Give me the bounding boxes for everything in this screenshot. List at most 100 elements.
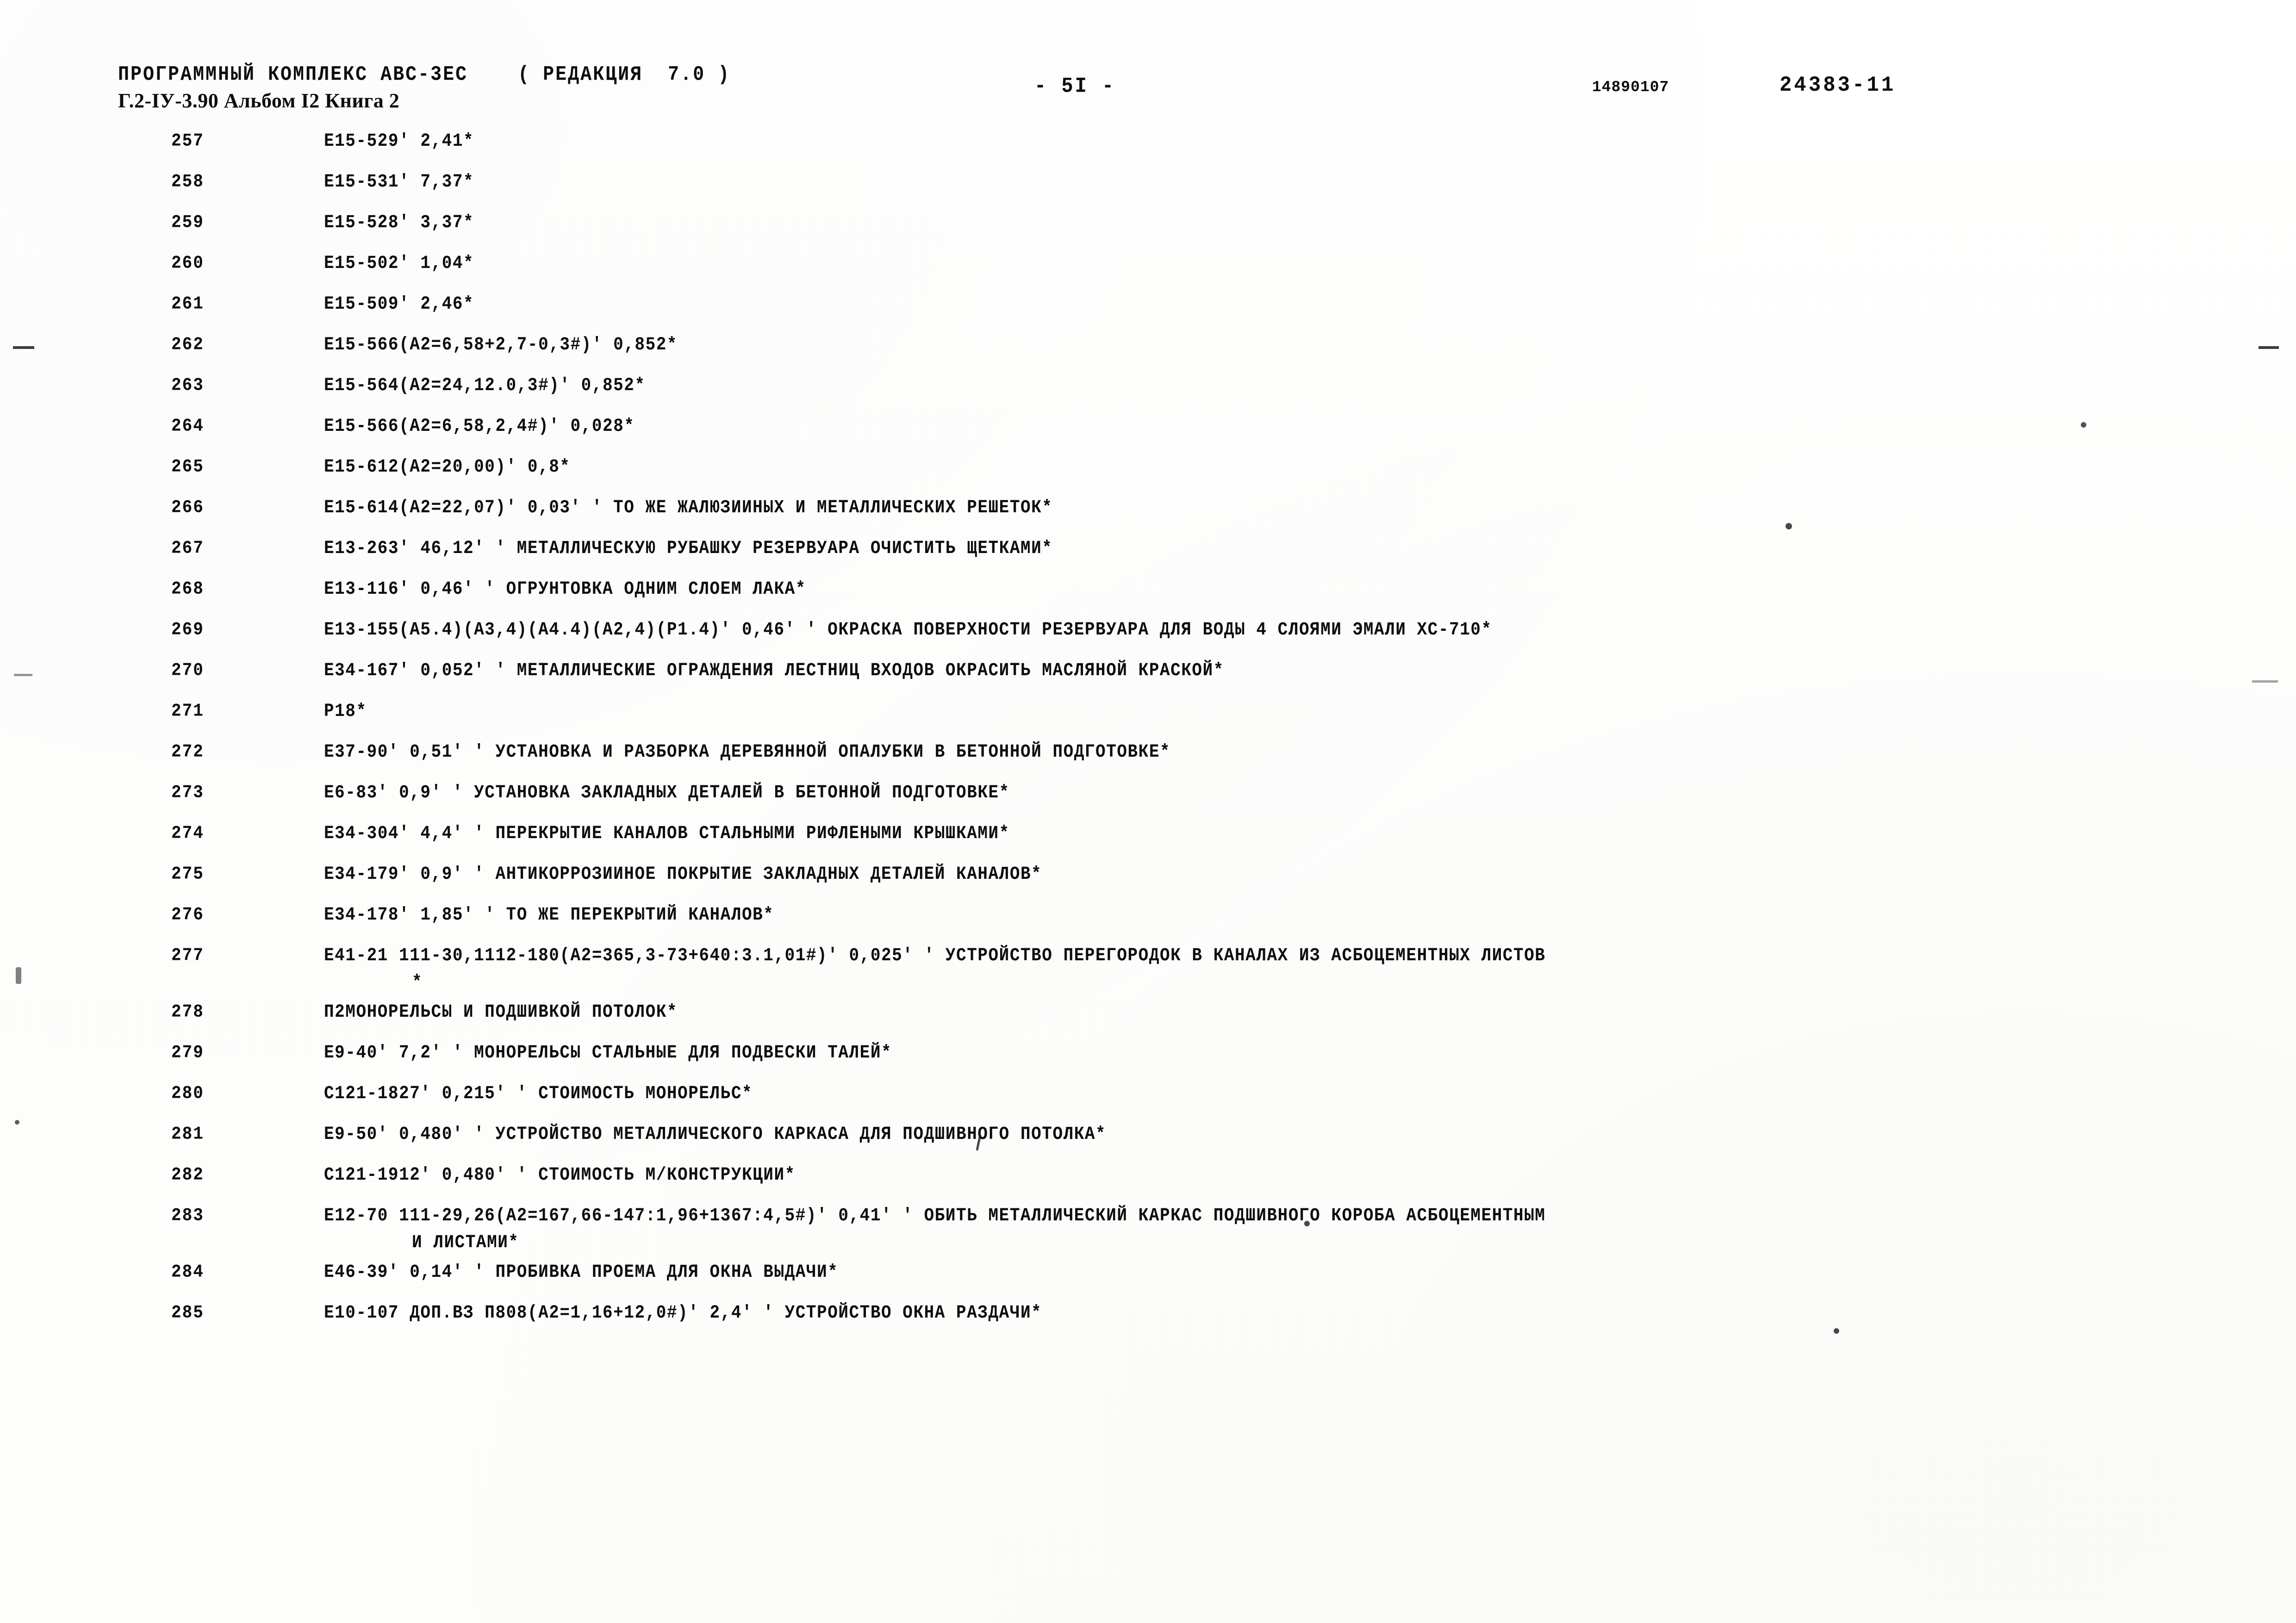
table-row: 276 E34-178' 1,85' ' ТО ЖЕ ПЕРЕКРЫТИЙ КА… (0, 904, 2296, 945)
scan-artifact-speck (1304, 1221, 1310, 1226)
row-number: 261 (171, 293, 204, 314)
scan-artifact-dash (2252, 680, 2278, 683)
row-content: E34-304' 4,4' ' ПЕРЕКРЫТИЕ КАНАЛОВ СТАЛЬ… (324, 823, 1010, 844)
scan-artifact-speck (15, 1120, 19, 1125)
program-complex-line: ПРОГРАММНЫЙ КОМПЛЕКС АВС-3ЕС ( РЕДАКЦИЯ … (118, 63, 731, 87)
row-number: 269 (171, 619, 204, 640)
table-row: 277 E41-21 111-30,1112-180(A2=365,3-73+6… (0, 945, 2296, 1001)
scan-artifact-speck (1834, 1328, 1839, 1334)
row-number: 273 (171, 782, 204, 803)
row-number: 263 (171, 375, 204, 396)
table-row: 264 E15-566(A2=6,58,2,4#)' 0,028* (0, 416, 2296, 456)
album-book-line: Г.2-IУ-3.90 Альбом I2 Книга 2 (118, 89, 400, 112)
row-number: 279 (171, 1042, 204, 1063)
row-number: 280 (171, 1083, 204, 1104)
table-row: 257 E15-529' 2,41* (0, 131, 2296, 171)
row-content: E13-263' 46,12' ' МЕТАЛЛИЧЕСКУЮ РУБАШКУ … (324, 538, 1053, 559)
header-left-block: ПРОГРАММНЫЙ КОМПЛЕКС АВС-3ЕС ( РЕДАКЦИЯ … (118, 63, 731, 112)
table-row: 261 E15-509' 2,46* (0, 293, 2296, 334)
table-row: 271 P18* (0, 701, 2296, 741)
row-content: E15-528' 3,37* (324, 212, 474, 233)
table-row: 279 E9-40' 7,2' ' МОНОРЕЛЬСЫ СТАЛЬНЫЕ ДЛ… (0, 1042, 2296, 1083)
scan-artifact-speck (16, 967, 21, 984)
table-row: 259 E15-528' 3,37* (0, 212, 2296, 253)
row-content: E6-83' 0,9' ' УСТАНОВКА ЗАКЛАДНЫХ ДЕТАЛЕ… (324, 782, 1010, 803)
row-number: 268 (171, 578, 204, 599)
row-number: 274 (171, 823, 204, 844)
row-content: E34-167' 0,052' ' МЕТАЛЛИЧЕСКИЕ ОГРАЖДЕН… (324, 660, 1224, 681)
row-content: C121-1827' 0,215' ' СТОИМОСТЬ МОНОРЕЛЬС* (324, 1083, 753, 1104)
row-number: 281 (171, 1124, 204, 1144)
table-row: 273 E6-83' 0,9' ' УСТАНОВКА ЗАКЛАДНЫХ ДЕ… (0, 782, 2296, 823)
row-content: E15-564(A2=24,12.0,3#)' 0,852* (324, 375, 646, 396)
row-content: E13-155(A5.4)(A3,4)(A4.4)(A2,4)(P1.4)' 0… (324, 619, 1492, 640)
row-number: 285 (171, 1302, 204, 1323)
row-content: E15-612(A2=20,00)' 0,8* (324, 456, 571, 478)
row-content: E15-531' 7,37* (324, 171, 474, 193)
row-number: 257 (171, 131, 204, 151)
document-page: ПРОГРАММНЫЙ КОМПЛЕКС АВС-3ЕС ( РЕДАКЦИЯ … (0, 0, 2296, 1623)
row-number: 267 (171, 538, 204, 559)
row-continuation: И ЛИСТАМИ* (412, 1232, 519, 1253)
table-row: 272 E37-90' 0,51' ' УСТАНОВКА И РАЗБОРКА… (0, 741, 2296, 782)
table-row: 280 C121-1827' 0,215' ' СТОИМОСТЬ МОНОРЕ… (0, 1083, 2296, 1124)
row-number: 270 (171, 660, 204, 681)
page-header: ПРОГРАММНЫЙ КОМПЛЕКС АВС-3ЕС ( РЕДАКЦИЯ … (0, 0, 2296, 125)
document-code-left: 14890107 (1592, 79, 1669, 96)
row-content: E15-502' 1,04* (324, 253, 474, 274)
row-number: 278 (171, 1001, 204, 1022)
row-content: E41-21 111-30,1112-180(A2=365,3-73+640:3… (324, 945, 1546, 966)
row-number: 284 (171, 1262, 204, 1282)
row-number: 262 (171, 334, 204, 355)
row-number: 260 (171, 253, 204, 274)
table-row: 267 E13-263' 46,12' ' МЕТАЛЛИЧЕСКУЮ РУБА… (0, 538, 2296, 578)
row-content: E15-509' 2,46* (324, 293, 474, 315)
table-row: 275 E34-179' 0,9' ' АНТИКОРРОЗИИНОЕ ПОКР… (0, 864, 2296, 904)
row-number: 276 (171, 904, 204, 925)
row-number: 272 (171, 741, 204, 762)
table-row: 258 E15-531' 7,37* (0, 171, 2296, 212)
row-number: 258 (171, 171, 204, 192)
document-code-right: 24383-11 (1780, 73, 1896, 98)
table-row: 274 E34-304' 4,4' ' ПЕРЕКРЫТИЕ КАНАЛОВ С… (0, 823, 2296, 864)
row-number: 275 (171, 864, 204, 884)
line-item-listing: 257 E15-529' 2,41* 258 E15-531' 7,37* 25… (0, 131, 2296, 1343)
row-content: C121-1912' 0,480' ' СТОИМОСТЬ М/КОНСТРУК… (324, 1164, 796, 1186)
row-number: 259 (171, 212, 204, 233)
row-content: E9-50' 0,480' ' УСТРОЙСТВО МЕТАЛЛИЧЕСКОГ… (324, 1124, 1107, 1145)
table-row: 282 C121-1912' 0,480' ' СТОИМОСТЬ М/КОНС… (0, 1164, 2296, 1205)
row-content: E34-178' 1,85' ' ТО ЖЕ ПЕРЕКРЫТИЙ КАНАЛО… (324, 904, 774, 926)
table-row: 285 E10-107 ДОП.ВЗ П808(A2=1,16+12,0#)' … (0, 1302, 2296, 1343)
row-content: E13-116' 0,46' ' ОГРУНТОВКА ОДНИМ СЛОЕМ … (324, 578, 806, 600)
row-content: E15-614(A2=22,07)' 0,03' ' ТО ЖЕ ЖАЛЮЗИИ… (324, 497, 1053, 518)
row-content: E12-70 111-29,26(A2=167,66-147:1,96+1367… (324, 1205, 1546, 1226)
table-row: 284 E46-39' 0,14' ' ПРОБИВКА ПРОЕМА ДЛЯ … (0, 1262, 2296, 1302)
table-row: 265 E15-612(A2=20,00)' 0,8* (0, 456, 2296, 497)
row-continuation: * (412, 972, 423, 993)
row-number: 265 (171, 456, 204, 477)
page-number-marker: - 5I - (1034, 74, 1116, 99)
table-row: 269 E13-155(A5.4)(A3,4)(A4.4)(A2,4)(P1.4… (0, 619, 2296, 660)
scan-artifact-dash (2259, 346, 2279, 349)
table-row: 278 П2МОНОРЕЛЬСЫ И ПОДШИВКОЙ ПОТОЛОК* (0, 1001, 2296, 1042)
table-row: 262 E15-566(A2=6,58+2,7-0,3#)' 0,852* (0, 334, 2296, 375)
scan-artifact-speck (2081, 422, 2086, 428)
row-number: 266 (171, 497, 204, 518)
row-content: П2МОНОРЕЛЬСЫ И ПОДШИВКОЙ ПОТОЛОК* (324, 1001, 678, 1023)
row-content: E37-90' 0,51' ' УСТАНОВКА И РАЗБОРКА ДЕР… (324, 741, 1171, 763)
scan-artifact-dash (14, 674, 32, 676)
row-number: 283 (171, 1205, 204, 1226)
row-number: 277 (171, 945, 204, 966)
scan-artifact-dash (13, 346, 34, 349)
row-content: E15-566(A2=6,58,2,4#)' 0,028* (324, 416, 635, 437)
row-content: E34-179' 0,9' ' АНТИКОРРОЗИИНОЕ ПОКРЫТИЕ… (324, 864, 1042, 885)
row-content: E15-566(A2=6,58+2,7-0,3#)' 0,852* (324, 334, 678, 355)
table-row: 283 E12-70 111-29,26(A2=167,66-147:1,96+… (0, 1205, 2296, 1262)
row-content: E10-107 ДОП.ВЗ П808(A2=1,16+12,0#)' 2,4'… (324, 1302, 1042, 1324)
table-row: 281 E9-50' 0,480' ' УСТРОЙСТВО МЕТАЛЛИЧЕ… (0, 1124, 2296, 1164)
row-content: E9-40' 7,2' ' МОНОРЕЛЬСЫ СТАЛЬНЫЕ ДЛЯ ПО… (324, 1042, 892, 1063)
table-row: 270 E34-167' 0,052' ' МЕТАЛЛИЧЕСКИЕ ОГРА… (0, 660, 2296, 701)
row-content: E46-39' 0,14' ' ПРОБИВКА ПРОЕМА ДЛЯ ОКНА… (324, 1262, 839, 1283)
row-content: P18* (324, 701, 367, 722)
row-number: 282 (171, 1164, 204, 1185)
